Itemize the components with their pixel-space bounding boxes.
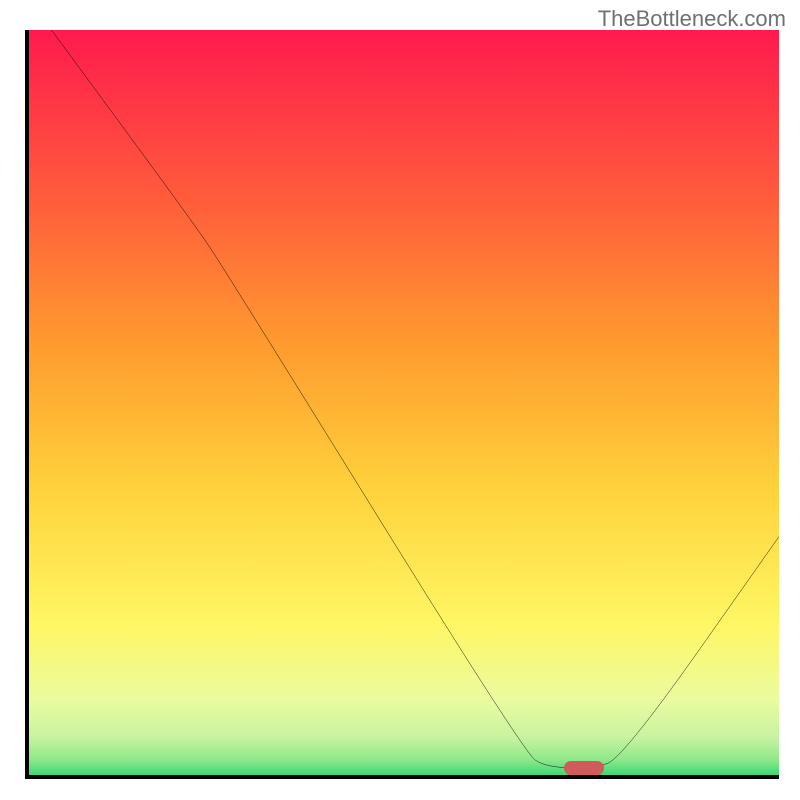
chart-plot-area — [25, 30, 779, 779]
optimal-point-marker — [564, 761, 604, 775]
watermark-label: TheBottleneck.com — [598, 6, 786, 32]
bottleneck-curve — [29, 30, 779, 775]
